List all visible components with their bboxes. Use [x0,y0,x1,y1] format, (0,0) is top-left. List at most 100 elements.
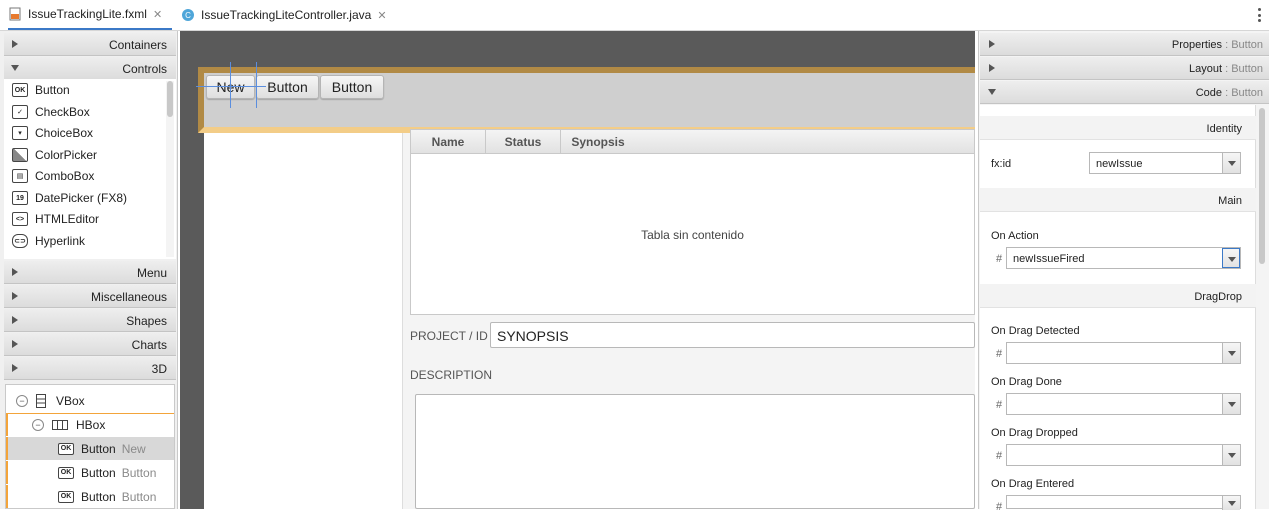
tab-java[interactable]: C IssueTrackingLiteController.java ✕ [181,0,387,30]
tree-type-label: Button [81,465,116,480]
inspector-section-code[interactable]: Code : Button [980,81,1269,104]
fxid-combo[interactable]: newIssue [1089,152,1241,174]
scrollbar-thumb[interactable] [167,81,173,117]
issues-table[interactable]: Name Status Synopsis Tabla sin contenido [410,129,975,315]
section-title: Layout [1188,63,1223,75]
tree-sub-label: New [121,441,146,456]
synopsis-field[interactable]: SYNOPSIS [490,322,975,348]
tree-type-label: Button [81,489,116,504]
empty-table-text: Tabla sin contenido [641,228,744,242]
control-label: Button [35,83,70,97]
dropdown-button[interactable] [1222,445,1240,465]
svg-text:C: C [185,11,191,20]
on-drag-entered-label: On Drag Entered [991,478,1075,490]
section-label: Containers [108,38,167,52]
inspector-section-properties[interactable]: Properties : Button [980,33,1269,56]
chevron-right-icon [12,316,18,324]
library-section-charts[interactable]: Charts [4,333,176,356]
section-title: Code [1195,87,1223,99]
control-item-combobox[interactable]: ▤ ComboBox [12,166,94,186]
project-id-label: PROJECT / ID [410,329,488,343]
control-item-choicebox[interactable]: ▾ ChoiceBox [12,123,93,143]
dropdown-button[interactable] [1222,394,1240,414]
scrollbar-thumb[interactable] [1259,108,1265,264]
chevron-right-icon [12,40,18,48]
tree-sub-label: Button [121,465,157,480]
scrollbar[interactable] [166,81,174,257]
section-separator: : [1222,63,1232,75]
on-drag-detected-combo[interactable] [1006,342,1241,364]
library-section-miscellaneous[interactable]: Miscellaneous [4,285,176,308]
collapse-icon[interactable]: − [32,419,44,431]
chevron-right-icon [12,268,18,276]
checkbox-control-icon: ✓ [12,105,28,119]
selection-guide [256,62,257,108]
dropdown-button[interactable] [1222,496,1240,510]
library-section-menu[interactable]: Menu [4,261,176,284]
more-options-icon[interactable] [1257,8,1261,22]
column-header-synopsis[interactable]: Synopsis [561,130,636,154]
section-label: Charts [131,338,167,352]
on-action-combo[interactable]: newIssueFired [1006,247,1241,269]
control-item-hyperlink[interactable]: ⊂⊃ Hyperlink [12,231,85,251]
dropdown-button[interactable] [1222,153,1240,173]
chevron-down-icon [1228,453,1236,458]
tab-fxml[interactable]: IssueTrackingLite.fxml ✕ [8,0,172,30]
colorpicker-control-icon [12,148,28,162]
tree-type-label: HBox [76,418,106,432]
library-section-shapes[interactable]: Shapes [4,309,176,332]
control-item-colorpicker[interactable]: ColorPicker [12,145,97,165]
group-header-dragdrop: DragDrop [980,284,1256,308]
on-drag-done-combo[interactable] [1006,393,1241,415]
chevron-down-icon [11,65,19,71]
hash-icon: # [996,348,1003,360]
tree-sub-label: Button [121,489,157,504]
column-header-name[interactable]: Name [411,130,486,154]
tree-row-button[interactable]: OK Button Button [6,485,174,508]
on-drag-entered-combo[interactable] [1006,495,1241,510]
collapse-icon[interactable]: − [16,394,28,407]
tree-row-button-new[interactable]: OK Button New [6,437,174,460]
hash-icon: # [996,501,1003,513]
chevron-down-icon [1228,501,1236,506]
control-label: ChoiceBox [35,126,94,140]
on-drag-dropped-label: On Drag Dropped [991,427,1078,439]
design-button[interactable]: Button [256,75,319,99]
description-label: DESCRIPTION [410,368,493,382]
control-label: ColorPicker [35,148,98,162]
hierarchy-tree: − VBox − HBox OK Button New OK Button Bu… [5,384,175,509]
description-textarea[interactable] [415,394,975,509]
chevron-right-icon [12,364,18,372]
design-button[interactable]: Button [320,75,384,99]
section-label: Shapes [126,314,167,328]
control-label: Hyperlink [35,234,86,248]
issue-list-view[interactable] [204,133,403,509]
library-section-controls[interactable]: Controls [4,57,176,80]
hbox-icon [52,420,68,430]
tree-row-button[interactable]: OK Button Button [6,461,174,484]
on-drag-dropped-combo[interactable] [1006,444,1241,466]
inspector-section-layout[interactable]: Layout : Button [980,57,1269,80]
library-section-containers[interactable]: Containers [4,33,176,56]
control-label: DatePicker (FX8) [35,191,128,205]
control-item-checkbox[interactable]: ✓ CheckBox [12,102,90,122]
close-icon[interactable]: ✕ [153,8,162,21]
control-item-button[interactable]: OK Button [12,80,70,100]
inspector-scrollbar[interactable] [1257,105,1267,509]
tree-row-vbox[interactable]: − VBox [6,389,174,412]
section-label: Menu [136,266,167,280]
column-header-status[interactable]: Status [486,130,561,154]
section-separator: : [1222,87,1232,99]
control-item-htmleditor[interactable]: <> HTMLEditor [12,209,99,229]
close-icon[interactable]: ✕ [377,9,386,22]
dropdown-button[interactable] [1222,248,1240,268]
button-control-icon: OK [58,466,74,479]
chevron-down-icon [1228,257,1236,262]
control-item-datepicker[interactable]: 19 DatePicker (FX8) [12,188,127,208]
button-control-icon: OK [58,442,74,455]
tree-row-hbox[interactable]: − HBox [6,413,174,436]
library-section-3d[interactable]: 3D [4,357,176,380]
dropdown-button[interactable] [1222,343,1240,363]
chevron-down-icon [1228,402,1236,407]
section-subtitle: Button [1231,87,1263,99]
